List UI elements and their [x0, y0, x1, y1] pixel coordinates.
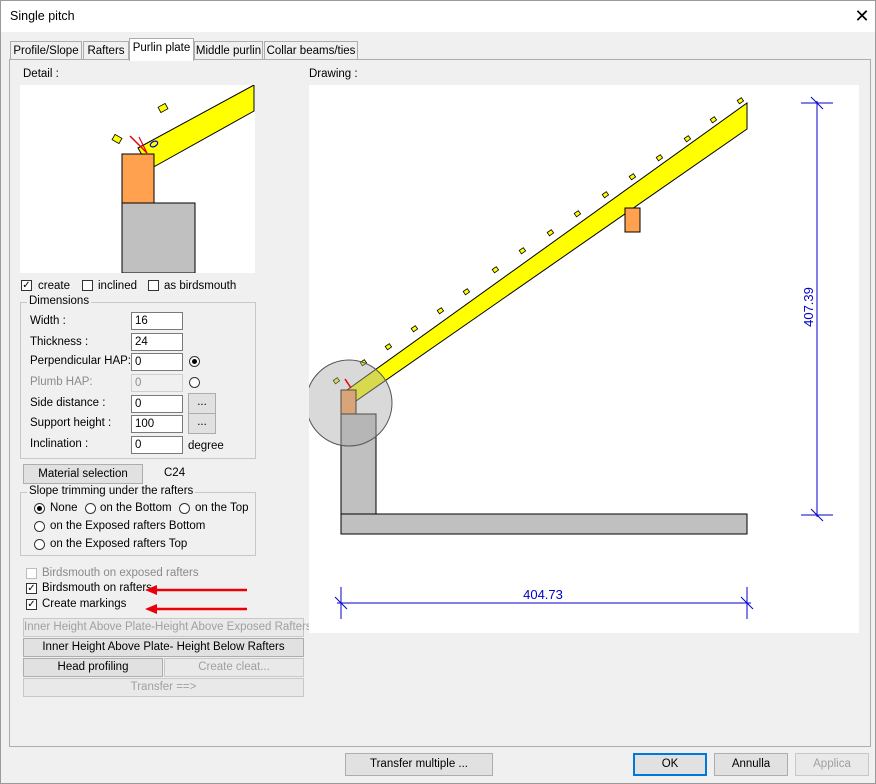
create-label: create [38, 280, 70, 292]
plumb-hap-radio[interactable] [189, 377, 200, 388]
as-birdsmouth-label: as birdsmouth [164, 280, 237, 292]
thickness-label: Thickness : [30, 336, 89, 348]
trim-bottom-label: on the Bottom [100, 502, 172, 514]
side-distance-browse-button[interactable]: ... [188, 393, 216, 414]
slope-trimming-title: Slope trimming under the rafters [27, 485, 196, 497]
support-height-browse-button[interactable]: ... [188, 413, 216, 434]
drawing-canvas: 407.39 404.73 [309, 85, 859, 633]
head-profiling-button[interactable]: Head profiling [23, 658, 163, 677]
trim-top-label: on the Top [195, 502, 249, 514]
window-title: Single pitch [10, 9, 75, 23]
detail-label: Detail : [23, 68, 59, 80]
trim-exposed-bottom-radio[interactable] [34, 521, 45, 532]
birdsmouth-exposed-checkbox [26, 568, 37, 579]
birdsmouth-exposed-label: Birdsmouth on exposed rafters [42, 567, 199, 579]
transfer-button: Transfer ==> [23, 678, 304, 697]
trim-exposed-top-radio[interactable] [34, 539, 45, 550]
inclination-unit: degree [188, 440, 224, 452]
annotation-arrows [145, 585, 247, 614]
inclination-label: Inclination : [30, 438, 89, 450]
trim-top-radio[interactable] [179, 503, 190, 514]
perpendicular-hap-radio[interactable] [189, 356, 200, 367]
detail-preview [20, 85, 255, 273]
ok-button[interactable]: OK [633, 753, 707, 776]
side-distance-input[interactable] [131, 395, 183, 413]
side-distance-label: Side distance : [30, 397, 106, 409]
inner-height-exposed-button: Inner Height Above Plate-Height Above Ex… [23, 618, 312, 637]
perpendicular-hap-label: Perpendicular HAP: [30, 355, 131, 367]
tab-purlin-plate[interactable]: Purlin plate [129, 38, 194, 61]
applica-button: Applica [795, 753, 869, 776]
tab-label: Collar beams/ties [266, 45, 356, 57]
create-markings-label: Create markings [42, 598, 127, 610]
tab-label: Rafters [87, 45, 125, 57]
trim-none-label: None [50, 502, 78, 514]
birdsmouth-rafters-label: Birdsmouth on rafters [42, 582, 152, 594]
material-selection-button[interactable]: Material selection [23, 464, 143, 484]
trim-exposed-bottom-label: on the Exposed rafters Bottom [50, 520, 206, 532]
tab-label: Profile/Slope [13, 45, 79, 57]
support-height-label: Support height : [30, 417, 112, 429]
vertical-dimension-label: 407.39 [801, 287, 816, 327]
inclination-input[interactable] [131, 436, 183, 454]
transfer-multiple-button[interactable]: Transfer multiple ... [345, 753, 493, 776]
trim-exposed-top-label: on the Exposed rafters Top [50, 538, 188, 550]
close-icon[interactable]: ✕ [849, 3, 875, 29]
as-birdsmouth-checkbox[interactable] [148, 280, 159, 291]
trim-none-radio[interactable] [34, 503, 45, 514]
plumb-hap-input [131, 374, 183, 392]
thickness-input[interactable] [131, 333, 183, 351]
dimensions-title: Dimensions [27, 295, 92, 307]
trim-bottom-radio[interactable] [85, 503, 96, 514]
plumb-hap-label: Plumb HAP: [30, 376, 93, 388]
dialog-window: Single pitch ✕ Profile/Slope Rafters Pur… [0, 0, 876, 784]
tab-label: Purlin plate [132, 42, 191, 54]
inclined-checkbox[interactable] [82, 280, 93, 291]
create-cleat-button: Create cleat... [164, 658, 304, 677]
inclined-label: inclined [98, 280, 137, 292]
tab-profile-slope[interactable]: Profile/Slope [10, 41, 82, 60]
inner-height-below-button[interactable]: Inner Height Above Plate- Height Below R… [23, 638, 304, 657]
perpendicular-hap-input[interactable] [131, 353, 183, 371]
width-input[interactable] [131, 312, 183, 330]
annulla-button[interactable]: Annulla [714, 753, 788, 776]
horizontal-dimension-label: 404.73 [523, 587, 563, 602]
tab-label: Middle purlin [195, 45, 262, 57]
support-height-input[interactable] [131, 415, 183, 433]
create-markings-checkbox[interactable]: ✓ [26, 599, 37, 610]
create-checkbox[interactable]: ✓ [21, 280, 32, 291]
drawing-label: Drawing : [309, 68, 358, 80]
title-bar: Single pitch ✕ [1, 1, 875, 32]
tab-middle-purlin[interactable]: Middle purlin [194, 41, 263, 60]
tab-collar-beams-ties[interactable]: Collar beams/ties [264, 41, 358, 60]
birdsmouth-rafters-checkbox[interactable]: ✓ [26, 583, 37, 594]
tab-rafters[interactable]: Rafters [83, 41, 129, 60]
material-value: C24 [164, 467, 186, 479]
width-label: Width : [30, 315, 66, 327]
